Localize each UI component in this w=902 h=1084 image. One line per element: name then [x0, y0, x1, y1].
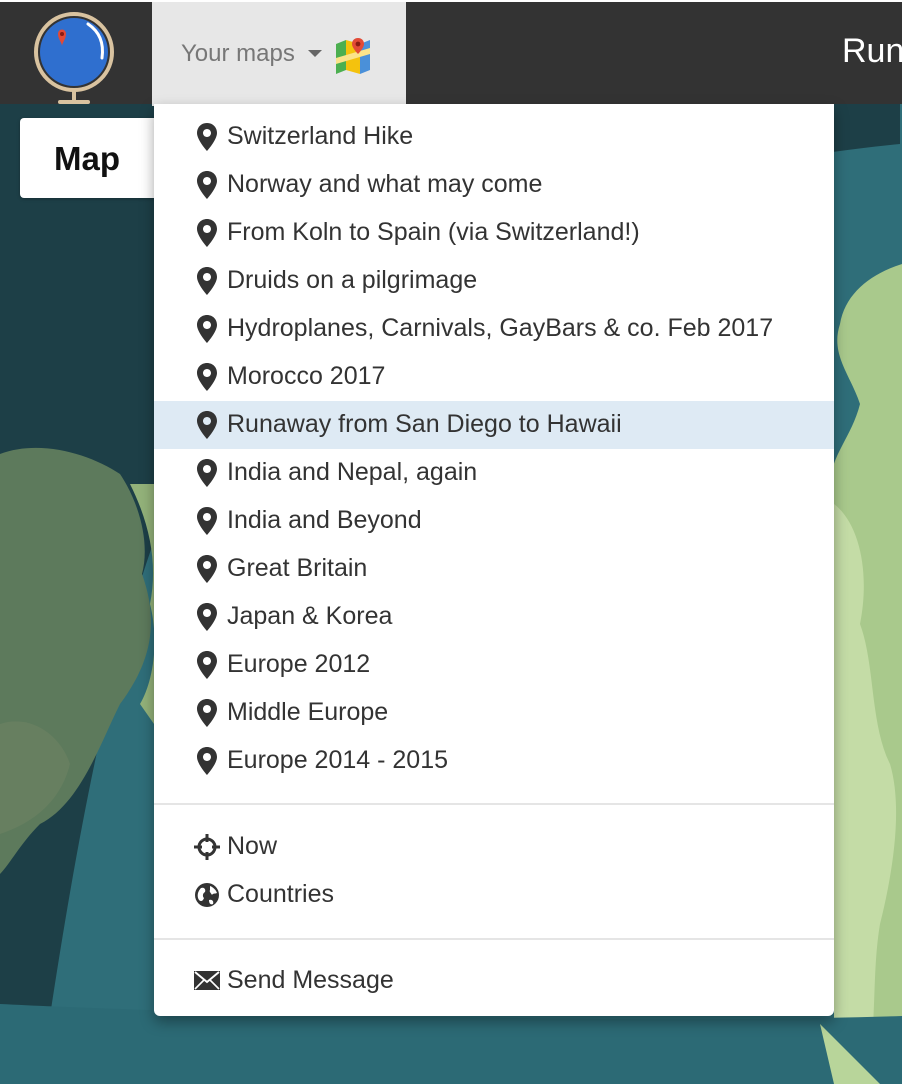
menu-item-trip[interactable]: Great Britain — [154, 545, 834, 593]
map-marker-icon — [197, 363, 217, 391]
menu-item-label: Japan & Korea — [227, 602, 393, 630]
page-title: Run — [842, 32, 902, 70]
menu-item-trip[interactable]: Hydroplanes, Carnivals, GayBars & co. Fe… — [154, 305, 834, 353]
map-marker-icon — [197, 267, 217, 295]
menu-item-trip[interactable]: Switzerland Hike — [154, 113, 834, 161]
map-marker-icon — [197, 747, 217, 775]
map-marker-icon — [197, 123, 217, 151]
globe-icon — [195, 883, 219, 907]
map-marker-icon — [197, 555, 217, 583]
menu-item-trip[interactable]: Europe 2012 — [154, 641, 834, 689]
map-marker-icon — [197, 315, 217, 343]
menu-item-label: Norway and what may come — [227, 170, 543, 198]
your-maps-dropdown-menu: Switzerland Hike Norway and what may com… — [154, 104, 834, 1016]
menu-item-label: Morocco 2017 — [227, 362, 386, 390]
caret-down-icon — [308, 50, 322, 57]
menu-item-label: India and Nepal, again — [227, 458, 478, 486]
map-marker-icon — [197, 603, 217, 631]
menu-item-trip[interactable]: Middle Europe — [154, 689, 834, 737]
menu-item-label: Send Message — [227, 966, 394, 994]
menu-item-label: India and Beyond — [227, 506, 422, 534]
menu-item-trip[interactable]: India and Nepal, again — [154, 449, 834, 497]
your-maps-label: Your maps — [181, 40, 295, 67]
top-navbar: Your maps Run — [0, 0, 902, 106]
menu-item-trip[interactable]: Norway and what may come — [154, 161, 834, 209]
map-marker-icon — [197, 699, 217, 727]
globe-logo-icon[interactable] — [30, 10, 122, 106]
menu-item-label: Druids on a pilgrimage — [227, 266, 478, 294]
menu-item-trip-active[interactable]: Runaway from San Diego to Hawaii — [154, 401, 834, 449]
map-marker-icon — [197, 411, 217, 439]
menu-item-send-message[interactable]: Send Message — [154, 957, 834, 1005]
map-button-label: Map — [54, 140, 120, 177]
menu-item-trip[interactable]: Japan & Korea — [154, 593, 834, 641]
menu-item-trip[interactable]: Druids on a pilgrimage — [154, 257, 834, 305]
menu-item-label: Great Britain — [227, 554, 368, 582]
menu-item-label: Europe 2014 - 2015 — [227, 746, 449, 774]
map-marker-icon — [197, 651, 217, 679]
menu-item-label: Europe 2012 — [227, 650, 371, 678]
your-maps-dropdown-toggle[interactable]: Your maps — [152, 2, 406, 106]
menu-item-trip[interactable]: India and Beyond — [154, 497, 834, 545]
menu-item-label: Now — [227, 832, 278, 860]
menu-item-trip[interactable]: Europe 2014 - 2015 — [154, 737, 834, 785]
menu-item-label: Runaway from San Diego to Hawaii — [227, 410, 622, 438]
menu-divider — [154, 803, 834, 805]
menu-item-label: Switzerland Hike — [227, 122, 414, 150]
map-marker-icon — [197, 171, 217, 199]
crosshair-icon — [194, 834, 220, 860]
map-view-button[interactable]: Map — [20, 118, 154, 198]
map-marker-icon — [197, 219, 217, 247]
menu-item-label: Countries — [227, 880, 334, 908]
menu-item-countries[interactable]: Countries — [154, 871, 834, 919]
menu-item-label: From Koln to Spain (via Switzerland!) — [227, 218, 640, 246]
menu-item-label: Hydroplanes, Carnivals, GayBars & co. Fe… — [227, 314, 774, 342]
google-maps-icon — [336, 38, 370, 74]
menu-item-trip[interactable]: Morocco 2017 — [154, 353, 834, 401]
menu-item-trip[interactable]: From Koln to Spain (via Switzerland!) — [154, 209, 834, 257]
menu-item-label: Middle Europe — [227, 698, 389, 726]
map-marker-icon — [197, 459, 217, 487]
menu-item-now[interactable]: Now — [154, 823, 834, 871]
menu-divider — [154, 938, 834, 940]
map-marker-icon — [197, 507, 217, 535]
envelope-icon — [194, 971, 220, 990]
